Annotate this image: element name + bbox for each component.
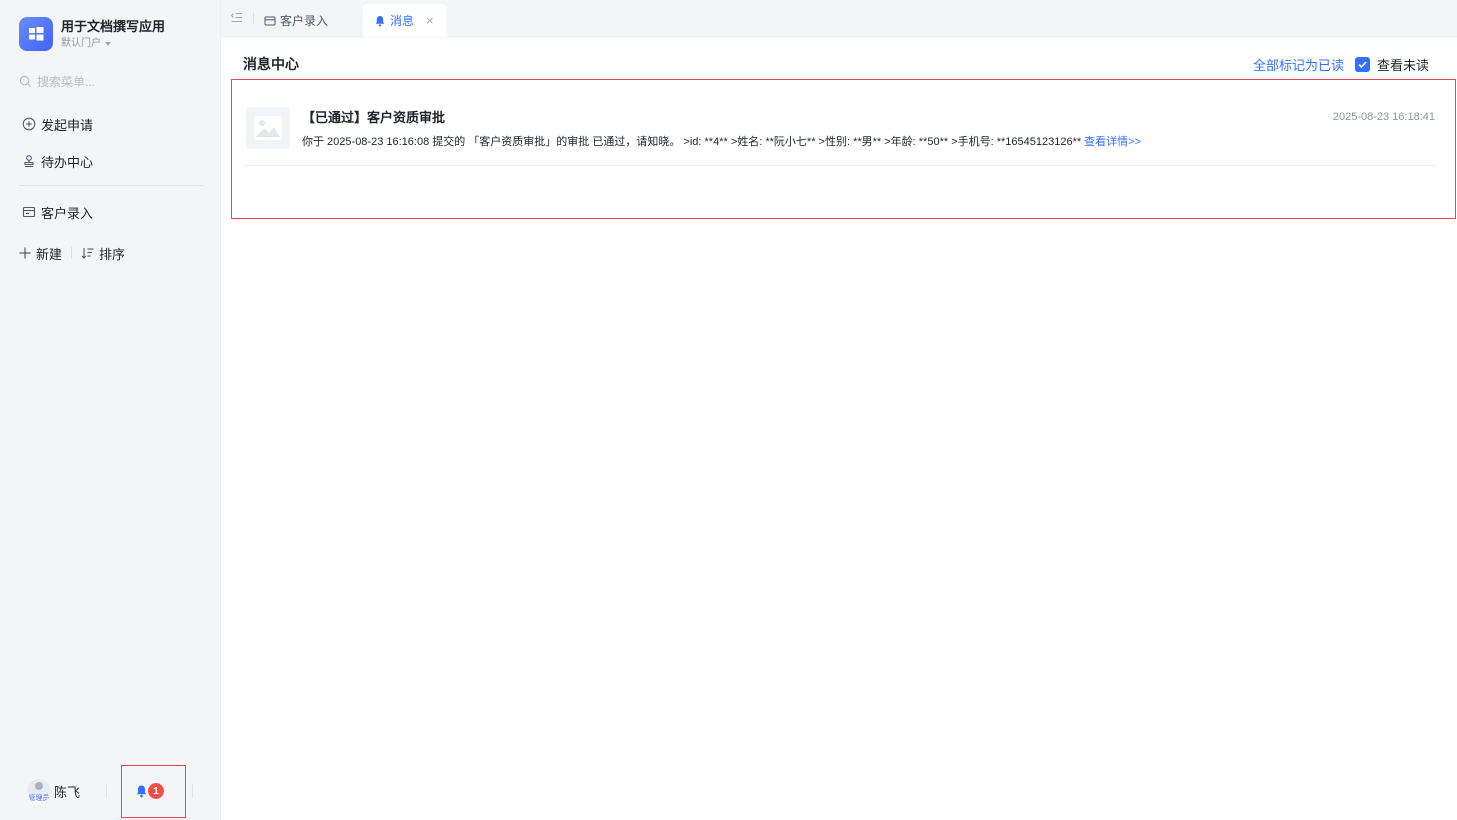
view-unread-checkbox[interactable] [1354,57,1370,72]
nav-item-start-request[interactable]: 发起申请 [22,114,93,134]
chevron-down-icon [105,42,111,46]
role-tag: 管理员 [27,794,51,803]
tab-label: 消息 [390,14,415,28]
tab-label: 客户录入 [280,14,329,28]
sidebar: 用于文档撰写应用 默认门户 搜索菜单... 发起申请 待办中心 客户录入 新建 … [0,0,221,820]
message-divider [244,165,1436,166]
new-button[interactable]: 新建 [18,244,62,263]
message-title[interactable]: 【已通过】客户资质审批 [302,107,445,126]
sidebar-actions: 新建 排序 [18,244,125,262]
message-list: 【已通过】客户资质审批 2025-08-23 16:18:41 你于 2025-… [231,79,1456,219]
stamp-icon [24,155,34,168]
search-icon [19,75,32,87]
tab-customer-entry[interactable]: 客户录入 [264,4,328,37]
menu-search-input[interactable]: 搜索菜单... [19,72,95,90]
plus-icon [19,247,31,259]
tab-messages[interactable]: 消息 × [363,4,447,37]
sidebar-divider [19,185,203,186]
user-name: 陈飞 [54,784,81,800]
message-text: 你于 2025-08-23 16:16:08 提交的 「客户资质审批」的审批 已… [302,136,1082,148]
mark-all-read-link[interactable]: 全部标记为已读 [1253,55,1344,74]
sort-button[interactable]: 排序 [81,244,125,263]
new-label: 新建 [36,246,63,262]
check-icon [1358,61,1367,69]
portal-label: 默认门户 [61,38,101,49]
portal-selector[interactable]: 默认门户 [61,37,165,51]
bell-icon [375,15,385,26]
message-body: 你于 2025-08-23 16:16:08 提交的 「客户资质审批」的审批 已… [302,133,1141,149]
plus-circle-icon [22,117,36,131]
nav-label: 客户录入 [41,205,94,221]
nav-label: 待办中心 [41,154,94,170]
nav-item-customer-entry[interactable]: 客户录入 [22,202,93,222]
app-header[interactable]: 用于文档撰写应用 默认门户 [19,17,165,51]
tab-bar: 客户录入 消息 × [221,0,1457,37]
notification-count-badge: 1 [147,782,165,800]
sort-label: 排序 [99,246,126,262]
message-center-panel: 消息中心 全部标记为已读 查看未读 【已通过】客户资质审批 2025-08-23… [221,38,1457,820]
sort-icon [81,248,94,259]
app-logo-icon [19,17,53,51]
collapse-sidebar-icon[interactable] [230,11,243,24]
form-icon [264,16,276,25]
form-icon [22,206,36,218]
image-placeholder-icon [246,107,290,149]
tab-separator [253,13,254,24]
header-actions: 全部标记为已读 查看未读 [1253,55,1429,74]
footer-separator [192,784,193,798]
user-profile[interactable]: 管理员 陈飞 [27,779,80,803]
action-separator [71,247,73,259]
view-details-link[interactable]: 查看详情>> [1084,136,1141,148]
avatar-head [35,782,43,790]
page-title: 消息中心 [243,56,299,72]
message-time: 2025-08-23 16:18:41 [1332,111,1435,123]
app-title: 用于文档撰写应用 [61,19,166,34]
view-unread-label[interactable]: 查看未读 [1377,55,1429,74]
avatar: 管理员 [27,779,51,803]
footer-separator [106,784,107,798]
nav-item-todo-center[interactable]: 待办中心 [22,151,93,171]
close-icon[interactable]: × [426,13,434,28]
search-placeholder: 搜索菜单... [37,74,96,89]
nav-label: 发起申请 [41,117,94,133]
